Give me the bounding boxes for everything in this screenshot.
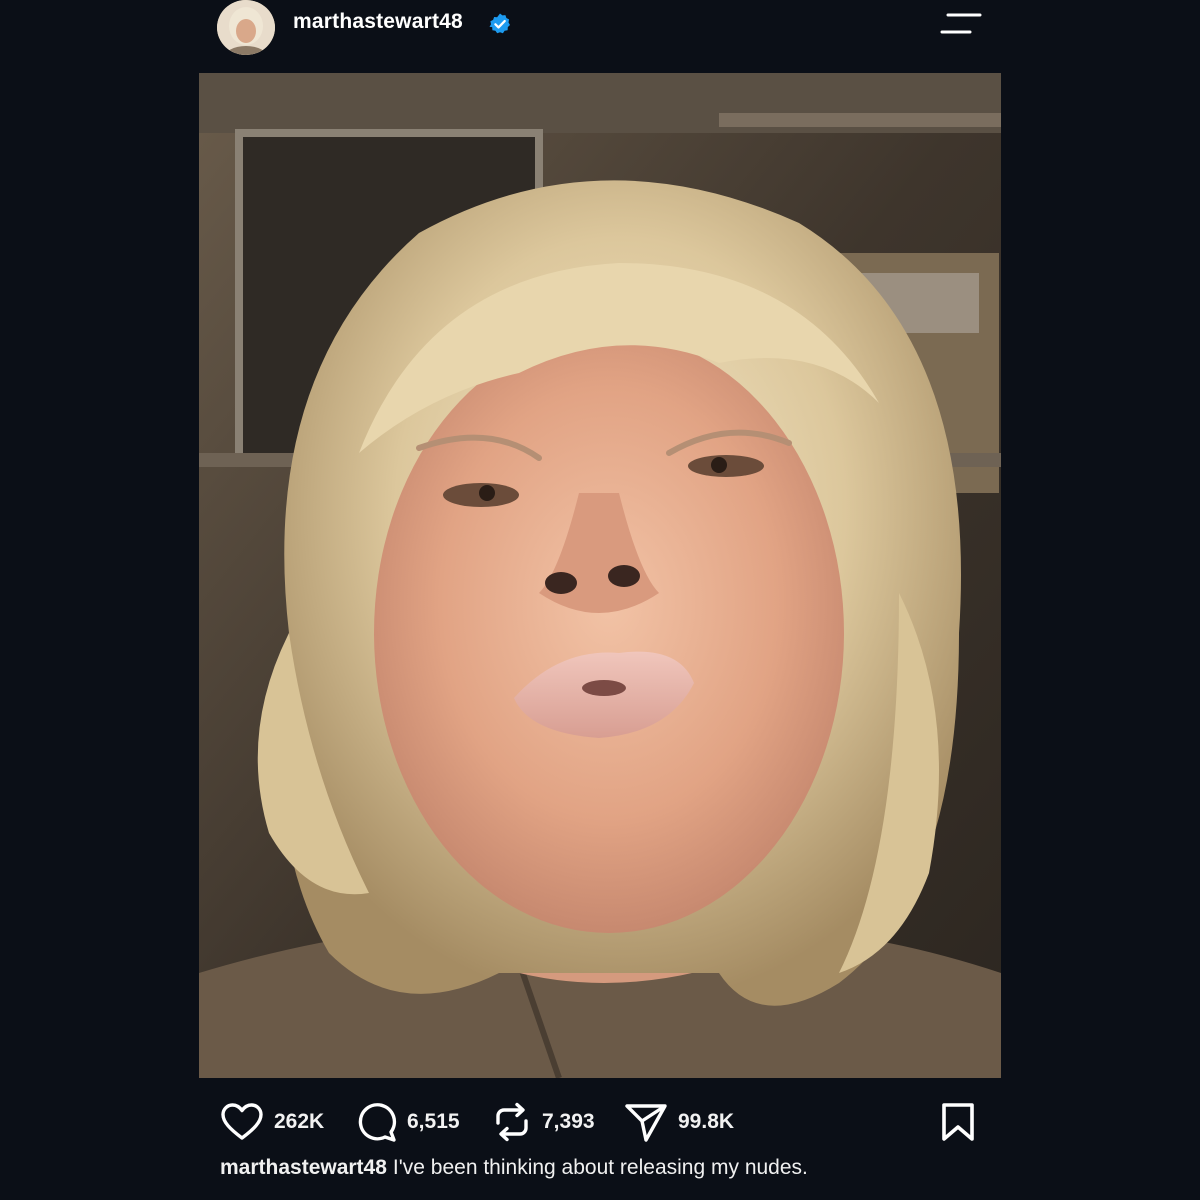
repost-count: 7,393: [542, 1110, 595, 1133]
action-bar: 262K 6,515 7,393 99.8K: [0, 1094, 1200, 1150]
avatar-image: [217, 0, 275, 55]
post-caption: marthastewart48 I've been thinking about …: [220, 1156, 808, 1180]
comment-icon: [358, 1103, 397, 1142]
post-header: marthastewart48: [0, 0, 1200, 60]
header-username[interactable]: marthastewart48: [293, 10, 463, 34]
caption-text: I've been thinking about releasing my nu…: [392, 1156, 808, 1179]
like-button[interactable]: 262K: [220, 1100, 324, 1144]
comment-button[interactable]: 6,515: [355, 1100, 460, 1144]
post-image: [199, 73, 1001, 1078]
caption-username[interactable]: marthastewart48: [220, 1156, 387, 1179]
share-count: 99.8K: [678, 1110, 735, 1133]
menu-icon[interactable]: [940, 11, 982, 37]
heart-icon: [221, 1103, 263, 1140]
repost-button[interactable]: 7,393: [492, 1100, 595, 1144]
avatar[interactable]: [217, 0, 275, 55]
verified-badge-icon: [489, 13, 510, 34]
like-count: 262K: [274, 1110, 325, 1133]
bookmark-icon[interactable]: [940, 1102, 976, 1142]
post-screen: marthastewart48 262K 6,515 7,393 99.8K m…: [0, 0, 1200, 1200]
send-icon: [625, 1104, 667, 1142]
comment-count: 6,515: [407, 1110, 460, 1133]
share-button[interactable]: 99.8K: [624, 1100, 734, 1144]
post-photo[interactable]: [199, 73, 1001, 1078]
repost-icon: [496, 1102, 528, 1142]
